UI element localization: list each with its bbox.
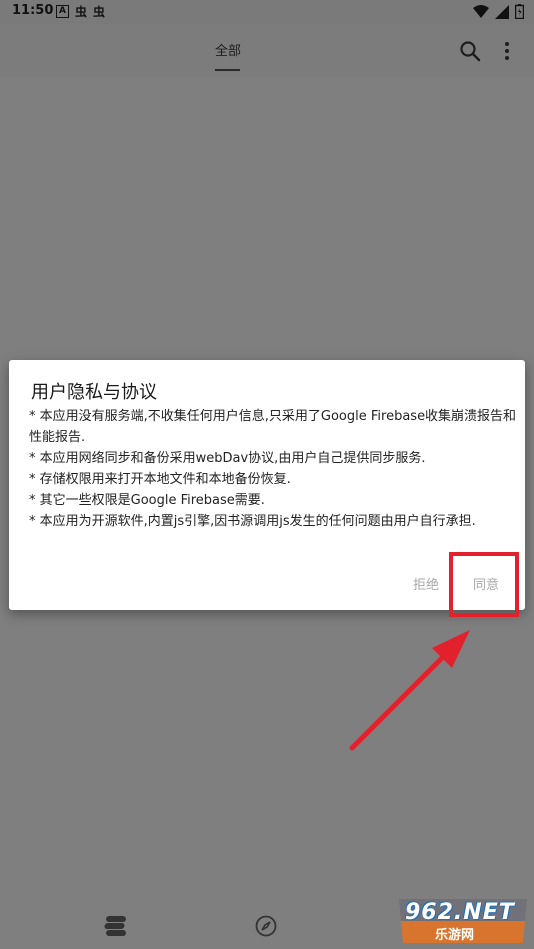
highlight-box (449, 552, 519, 617)
notification-a-icon: A (56, 5, 69, 18)
wifi-icon (473, 4, 489, 18)
app-bar: 全部 (0, 24, 534, 78)
compass-icon[interactable] (254, 914, 278, 938)
watermark-text: 962.NET (405, 900, 515, 925)
annotation-arrow-icon (349, 630, 470, 751)
privacy-dialog: 用户隐私与协议 * 本应用没有服务端,不收集任何用户信息,只采用了Google … (9, 360, 525, 610)
watermark-subtext: 乐游网 (435, 928, 475, 943)
notification-bug-icon-2: 虫 (92, 5, 105, 19)
dialog-line: * 存储权限用来打开本地文件和本地备份恢复. (29, 472, 291, 487)
dialog-line: * 本应用没有服务端,不收集任何用户信息,只采用了Google Firebase… (29, 409, 517, 445)
status-bar: 11:50 A 虫 虫 (0, 0, 534, 24)
tab-indicator (215, 69, 240, 71)
status-notification-icons: A 虫 虫 (56, 3, 105, 20)
dialog-line: * 本应用网络同步和备份采用webDav协议,由用户自己提供同步服务. (29, 451, 426, 466)
dialog-body: * 本应用没有服务端,不收集任何用户信息,只采用了Google Firebase… (29, 406, 517, 532)
watermark: 962.NET 乐游网 (395, 897, 531, 945)
signal-icon (495, 4, 509, 19)
dialog-title: 用户隐私与协议 (31, 382, 157, 403)
dialog-line: * 本应用为开源软件,内置js引擎,因书源调用js发生的任何问题由用户自行承担. (29, 514, 476, 529)
tab-all[interactable]: 全部 (207, 40, 249, 59)
battery-icon (515, 4, 524, 19)
notification-bug-icon: 虫 (74, 5, 87, 19)
search-icon[interactable] (458, 39, 482, 63)
status-system-icons (473, 4, 524, 19)
reject-button[interactable]: 拒绝 (413, 574, 439, 593)
more-vert-icon[interactable] (498, 39, 516, 63)
bookshelf-icon[interactable] (104, 915, 128, 937)
dialog-line: * 其它一些权限是Google Firebase需要. (29, 493, 265, 508)
status-time: 11:50 (12, 3, 54, 18)
